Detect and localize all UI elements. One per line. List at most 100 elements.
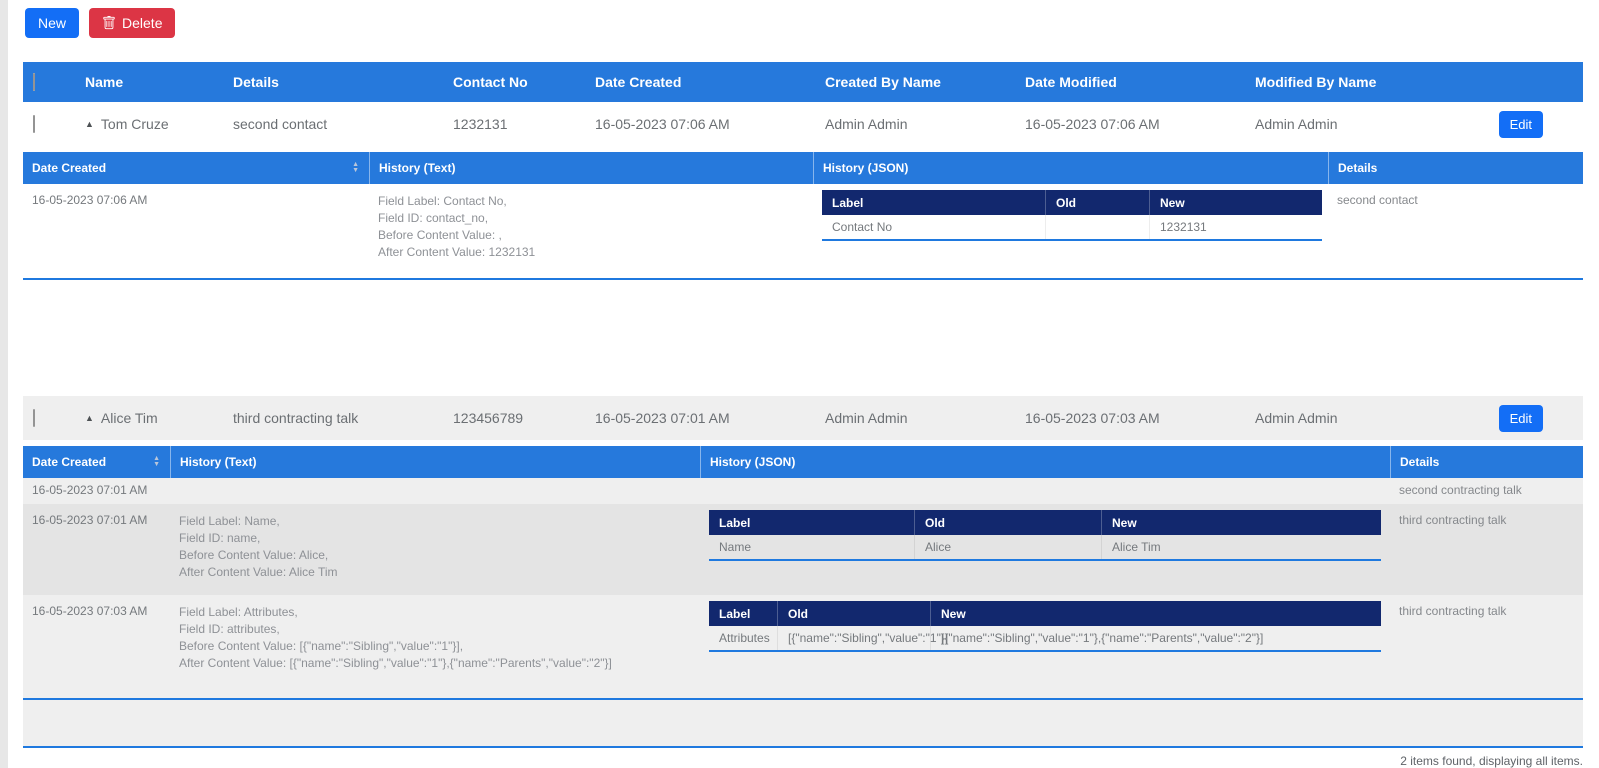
contact-details: second contact	[233, 116, 453, 132]
json-col-label: Label	[822, 190, 1045, 215]
json-diff-table: Label Old New Contact No 1232131	[822, 190, 1322, 241]
row-checkbox[interactable]	[33, 409, 35, 427]
left-gutter	[0, 0, 8, 768]
history-row: 16-05-2023 07:01 AM Field Label: Name, F…	[23, 504, 1583, 595]
sub-col-history-text: History (Text)	[369, 152, 813, 184]
col-header-date-modified[interactable]: Date Modified	[1025, 74, 1255, 90]
json-new: Alice Tim	[1101, 535, 1381, 559]
sub-col-history-json: History (JSON)	[700, 446, 1390, 478]
select-all-checkbox[interactable]	[33, 73, 35, 91]
history-text-line: After Content Value: Alice Tim	[179, 564, 700, 581]
col-header-date-created[interactable]: Date Created	[595, 74, 825, 90]
json-label: Contact No	[822, 215, 1045, 239]
contact-name: Alice Tim	[101, 410, 158, 426]
history-text: Field Label: Contact No, Field ID: conta…	[369, 184, 813, 278]
history-date: 16-05-2023 07:01 AM	[23, 478, 170, 504]
json-new: [{"name":"Sibling","value":"1"},{"name":…	[930, 626, 1381, 650]
edit-button[interactable]: Edit	[1499, 111, 1543, 138]
col-header-details[interactable]: Details	[233, 74, 453, 90]
history-details: third contracting talk	[1390, 595, 1583, 698]
row-checkbox[interactable]	[33, 115, 35, 133]
contact-details: third contracting talk	[233, 410, 453, 426]
sort-icon[interactable]: ▲▼	[352, 162, 359, 174]
history-text: Field Label: Attributes, Field ID: attri…	[170, 595, 700, 698]
sub-col-details: Details	[1328, 152, 1583, 184]
sub-col-date-created[interactable]: Date Created ▲▼	[23, 152, 369, 184]
history-details: third contracting talk	[1390, 504, 1583, 595]
history-subtable-header: Date Created ▲▼ History (Text) History (…	[23, 446, 1583, 478]
collapse-caret-icon[interactable]: ▲	[85, 414, 94, 423]
history-text-line: Before Content Value: Alice,	[179, 547, 700, 564]
json-old	[1045, 215, 1149, 239]
json-diff-table: Label Old New Attributes [{"name":"Sibli…	[709, 601, 1381, 652]
toolbar: New Delete	[0, 0, 1599, 62]
json-label: Name	[709, 535, 914, 559]
history-text-line: Field Label: Name,	[179, 513, 700, 530]
new-button[interactable]: New	[25, 8, 79, 38]
contact-no: 1232131	[453, 116, 595, 132]
spacer	[23, 280, 1583, 396]
delete-button[interactable]: Delete	[89, 8, 175, 38]
delete-button-label: Delete	[122, 15, 162, 31]
created-by: Admin Admin	[825, 410, 1025, 426]
history-text-line: After Content Value: 1232131	[378, 244, 813, 261]
collapse-caret-icon[interactable]: ▲	[85, 120, 94, 129]
contact-no: 123456789	[453, 410, 595, 426]
json-col-old: Old	[1045, 190, 1149, 215]
history-subtable: Date Created ▲▼ History (Text) History (…	[23, 446, 1583, 748]
json-diff-table: Label Old New Name Alice Alice Tim	[709, 510, 1381, 561]
history-row: 16-05-2023 07:06 AM Field Label: Contact…	[23, 184, 1583, 278]
col-header-created-by[interactable]: Created By Name	[825, 74, 1025, 90]
history-subtable-header: Date Created ▲▼ History (Text) History (…	[23, 152, 1583, 184]
history-text-line: After Content Value: [{"name":"Sibling",…	[179, 655, 700, 672]
history-text-line: Field ID: name,	[179, 530, 700, 547]
history-date: 16-05-2023 07:01 AM	[23, 504, 170, 595]
sub-col-history-text: History (Text)	[170, 446, 700, 478]
history-json: Label Old New Contact No 1232131	[813, 184, 1328, 278]
json-col-new: New	[1101, 510, 1381, 535]
json-col-new: New	[1149, 190, 1322, 215]
sub-col-date-created[interactable]: Date Created ▲▼	[23, 446, 170, 478]
date-created: 16-05-2023 07:01 AM	[595, 410, 825, 426]
col-header-modified-by[interactable]: Modified By Name	[1255, 74, 1493, 90]
history-details: second contracting talk	[1390, 478, 1583, 504]
record-tom-cruze: ▲ Tom Cruze second contact 1232131 16-05…	[23, 102, 1583, 280]
sub-col-history-json: History (JSON)	[813, 152, 1328, 184]
history-text	[170, 478, 700, 504]
history-date: 16-05-2023 07:06 AM	[23, 184, 369, 278]
history-text-line: Before Content Value: ,	[378, 227, 813, 244]
history-json	[700, 478, 1390, 504]
history-json: Label Old New Attributes [{"name":"Sibli…	[700, 595, 1390, 698]
json-label: Attributes	[709, 626, 777, 650]
main-table-header: Name Details Contact No Date Created Cre…	[23, 62, 1583, 102]
page: New Delete Name Details Contact No Date …	[0, 0, 1599, 768]
record-alice-tim: ▲ Alice Tim third contracting talk 12345…	[23, 396, 1583, 748]
history-text-line: Field ID: contact_no,	[378, 210, 813, 227]
history-text-line: Field Label: Attributes,	[179, 604, 700, 621]
json-new: 1232131	[1149, 215, 1322, 239]
history-json: Label Old New Name Alice Alice Tim	[700, 504, 1390, 595]
json-old: [{"name":"Sibling","value":"1"}]	[777, 626, 930, 650]
created-by: Admin Admin	[825, 116, 1025, 132]
col-header-name[interactable]: Name	[85, 74, 123, 90]
trash-icon	[102, 16, 116, 30]
contacts-table: Name Details Contact No Date Created Cre…	[23, 62, 1583, 748]
history-text: Field Label: Name, Field ID: name, Befor…	[170, 504, 700, 595]
table-row: ▲ Alice Tim third contracting talk 12345…	[23, 396, 1583, 440]
json-col-old: Old	[914, 510, 1101, 535]
history-date: 16-05-2023 07:03 AM	[23, 595, 170, 698]
edit-button[interactable]: Edit	[1499, 405, 1543, 432]
date-modified: 16-05-2023 07:06 AM	[1025, 116, 1255, 132]
subtable-footer	[23, 700, 1583, 748]
col-header-contact-no[interactable]: Contact No	[453, 74, 595, 90]
status-text: 2 items found, displaying all items.	[23, 748, 1583, 768]
history-details: second contact	[1328, 184, 1583, 278]
json-col-new: New	[930, 601, 1381, 626]
modified-by: Admin Admin	[1255, 410, 1493, 426]
sort-icon[interactable]: ▲▼	[153, 456, 160, 468]
table-row: ▲ Tom Cruze second contact 1232131 16-05…	[23, 102, 1583, 146]
history-text-line: Field ID: attributes,	[179, 621, 700, 638]
json-col-label: Label	[709, 601, 777, 626]
sub-col-details: Details	[1390, 446, 1583, 478]
history-subtable: Date Created ▲▼ History (Text) History (…	[23, 152, 1583, 280]
